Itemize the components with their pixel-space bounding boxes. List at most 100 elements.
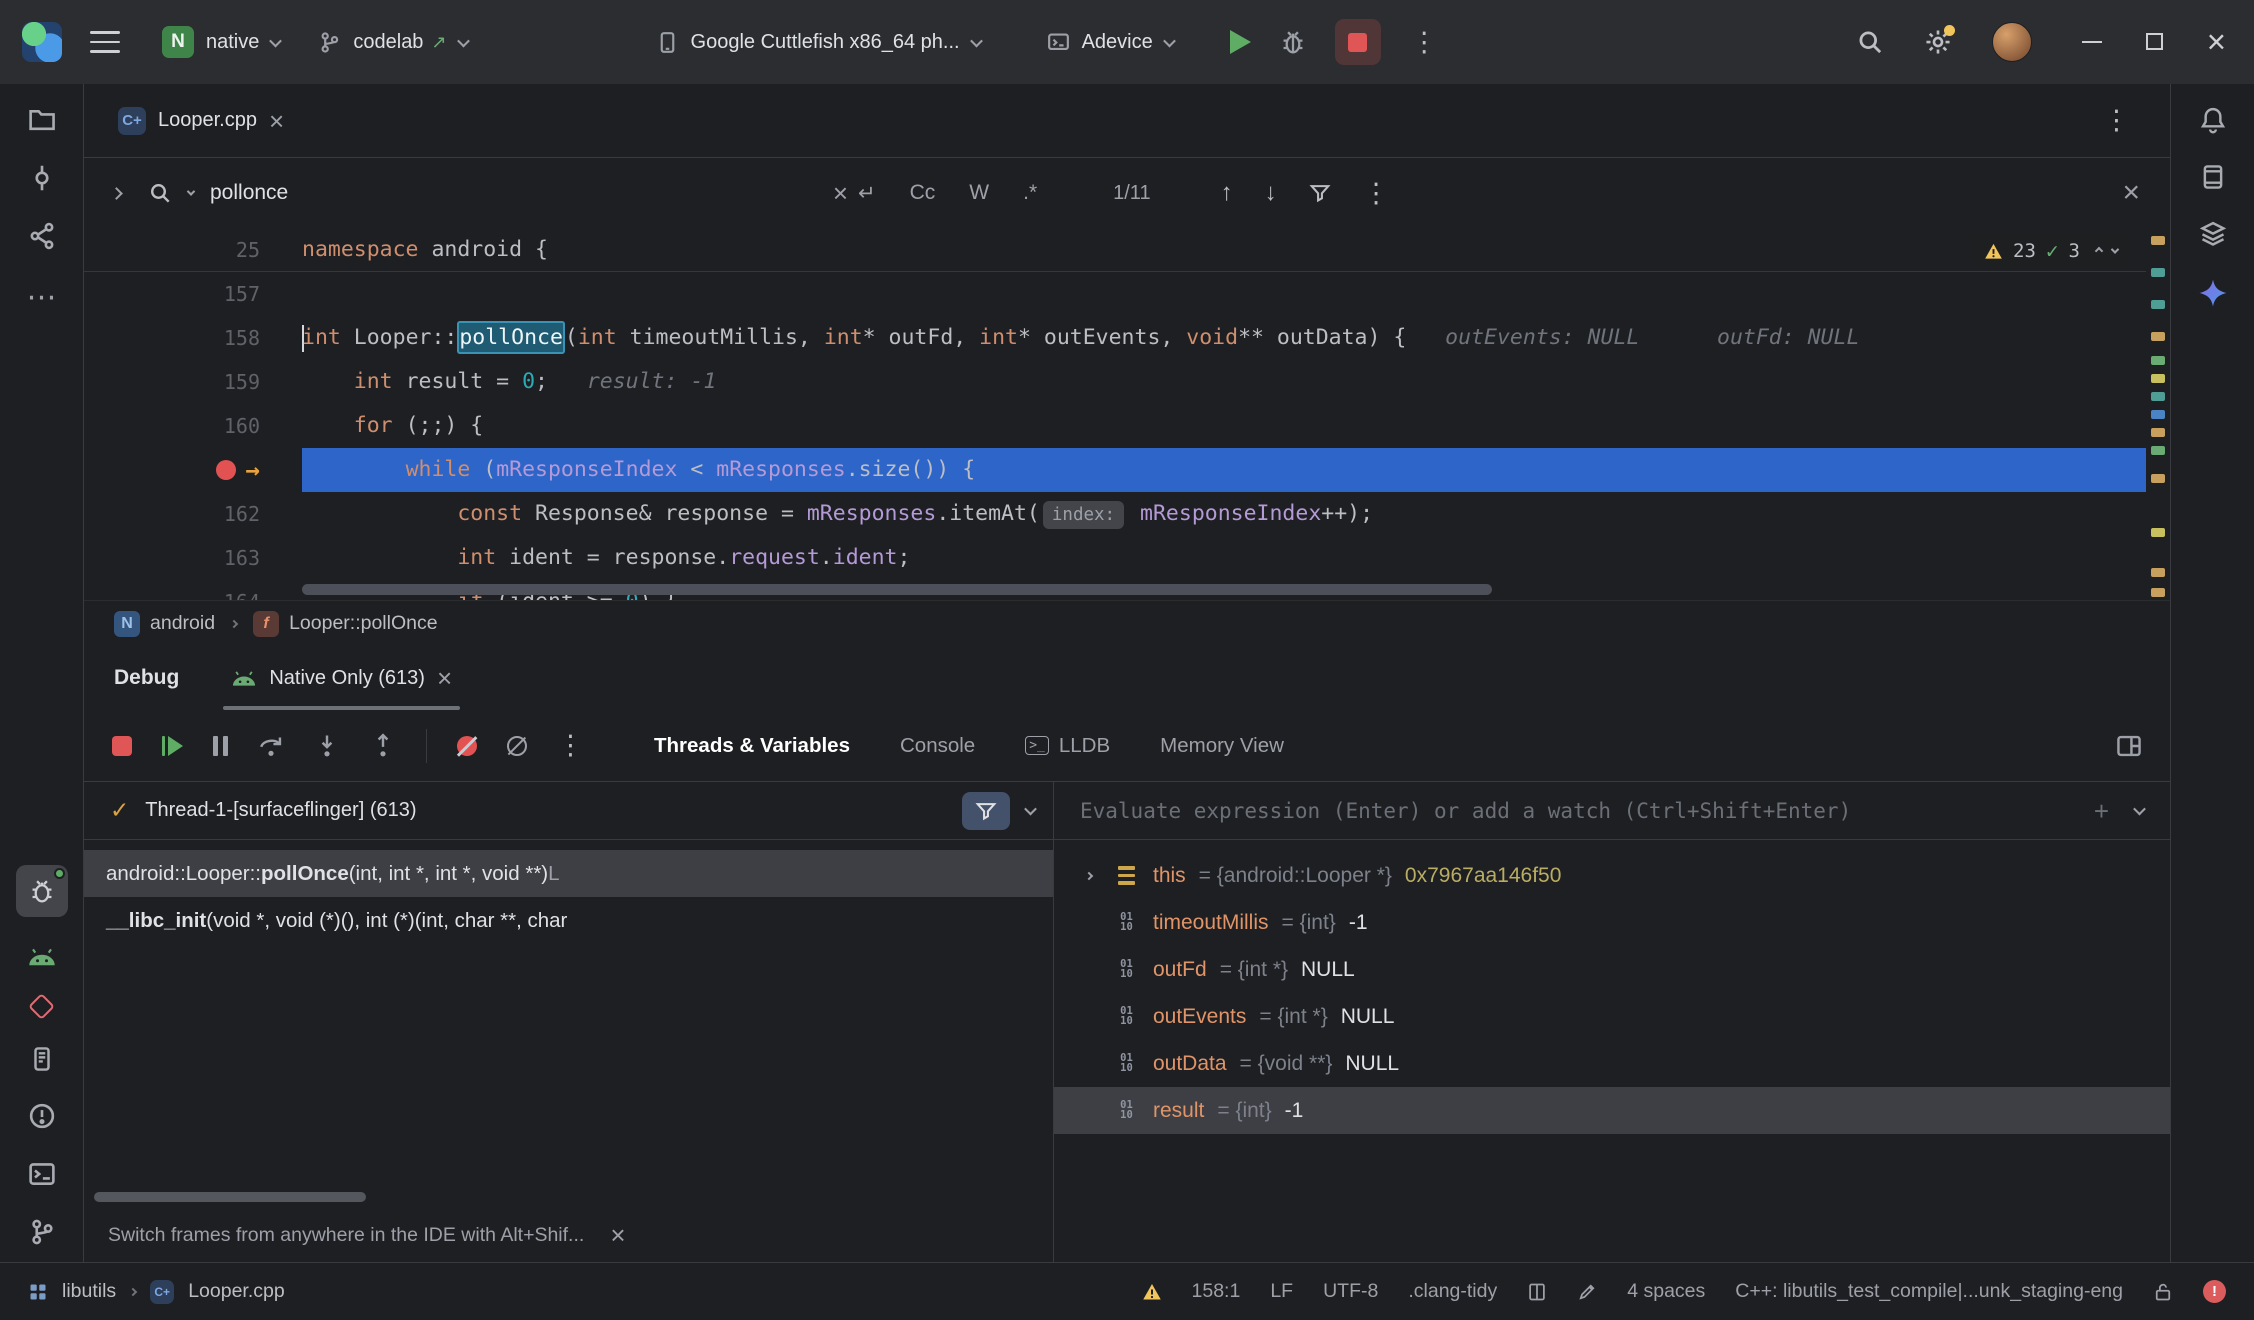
variable-row[interactable]: 0110outEvents = {int *} NULL [1054,993,2170,1040]
close-session-icon[interactable]: × [437,665,452,691]
app-quality-insights-tool-icon[interactable] [32,997,51,1016]
running-devices-tool-icon[interactable] [27,947,57,967]
line-gutter[interactable]: 157 [84,272,302,316]
code-line[interactable]: 163 int ident = response.request.ident; [84,536,2170,580]
watch-dropdown-icon[interactable] [2133,803,2146,816]
inspections-pen-icon[interactable] [1577,1282,1597,1302]
line-gutter[interactable]: 160 [84,404,302,448]
search-field[interactable]: pollonce × [148,180,848,206]
user-avatar[interactable] [1992,22,2032,62]
build-configuration[interactable]: C++: libutils_test_compile|...unk_stagin… [1735,1280,2123,1303]
debugger-tab-threads-variables[interactable]: Threads & Variables [654,734,850,758]
code-line[interactable]: → while (mResponseIndex < mResponses.siz… [84,448,2170,492]
main-menu-icon[interactable] [90,31,120,53]
thread-selector[interactable]: ✓ Thread-1-[surfaceflinger] (613) [84,782,1053,840]
stack-frame[interactable]: __libc_init(void *, void (*)(), int (*)(… [84,897,1053,944]
status-file[interactable]: Looper.cpp [188,1280,285,1303]
stop-process-icon[interactable] [112,736,132,756]
indent-setting[interactable]: 4 spaces [1627,1280,1705,1303]
step-into-icon[interactable] [314,733,340,759]
resume-program-icon[interactable] [162,736,183,756]
step-out-icon[interactable] [370,733,396,759]
debug-session-tab[interactable]: Native Only (613) × [223,646,460,710]
device-manager-icon[interactable] [2200,164,2226,190]
window-close-button[interactable]: × [2207,29,2226,55]
code-line[interactable]: 159 int result = 0; result: -1 [84,360,2170,404]
more-tool-windows-icon[interactable]: ⋯ [27,280,57,315]
breadcrumb-item[interactable]: fLooper::pollOnce [253,611,438,637]
debugger-tab-console[interactable]: Console [900,734,975,758]
device-selector[interactable]: Google Cuttlefish x86_64 ph... [644,21,993,64]
mute-breakpoints-icon[interactable] [457,736,477,756]
stop-button[interactable] [1335,19,1381,65]
dismiss-hint-icon[interactable]: × [610,1222,625,1248]
terminal-tool-icon[interactable] [28,1160,56,1188]
newline-search-icon[interactable]: ↵ [858,181,876,206]
variable-row[interactable]: 0110outData = {void **} NULL [1054,1040,2170,1087]
clang-tidy-status[interactable]: .clang-tidy [1408,1280,1497,1303]
match-case-toggle[interactable]: Cc [910,181,936,205]
layout-settings-icon[interactable] [2116,733,2142,759]
code-line[interactable]: 160 for (;;) { [84,404,2170,448]
version-control-tool-icon[interactable] [28,1218,56,1246]
problems-tool-icon[interactable] [28,1102,56,1130]
breakpoint-icon[interactable] [216,460,236,480]
code-text[interactable]: while (mResponseIndex < mResponses.size(… [302,448,2170,492]
close-tab-icon[interactable]: × [269,108,284,134]
gemini-ai-icon[interactable] [2198,278,2228,308]
search-more-options-icon[interactable]: ⋮ [1363,180,1390,207]
code-text[interactable]: int ident = response.request.ident; [302,536,2170,580]
run-button[interactable] [1230,30,1251,54]
adevice-selector[interactable]: Adevice [1035,21,1186,64]
file-encoding[interactable]: UTF-8 [1323,1280,1378,1303]
line-gutter[interactable]: 163 [84,536,302,580]
window-maximize-button[interactable] [2146,33,2163,50]
search-history-icon[interactable] [187,187,195,195]
step-over-icon[interactable] [258,733,284,759]
hide-frames-filter-icon[interactable] [962,792,1010,830]
settings-gear-icon[interactable] [1924,28,1952,56]
close-find-bar-icon[interactable]: × [2122,178,2140,208]
code-line[interactable]: 158int Looper::pollOnce(int timeoutMilli… [84,316,2170,360]
variable-row[interactable]: 0110timeoutMillis = {int} -1 [1054,899,2170,946]
notifications-icon[interactable] [2199,106,2227,134]
code-text[interactable]: namespace android { [302,228,2170,271]
next-problem-icon[interactable] [2111,245,2119,253]
caret-position[interactable]: 158:1 [1192,1280,1241,1303]
breadcrumb-item[interactable]: Nandroid [114,611,215,637]
code-text[interactable]: const Response& response = mResponses.it… [302,492,2170,536]
code-text[interactable] [302,272,2170,316]
line-gutter[interactable]: 162 [84,492,302,536]
whole-words-toggle[interactable]: W [969,181,989,205]
debug-tool-icon[interactable] [16,865,68,917]
layers-icon[interactable] [2199,220,2227,248]
run-more-options-icon[interactable]: ⋮ [1411,29,1438,56]
frames-scrollbar[interactable] [94,1192,366,1202]
line-separator[interactable]: LF [1270,1280,1293,1303]
thread-dropdown-icon[interactable] [1024,803,1037,816]
clear-search-icon[interactable]: × [833,180,848,206]
line-gutter[interactable]: → [84,448,302,492]
window-minimize-button[interactable] [2082,41,2102,43]
variable-row[interactable]: 0110result = {int} -1 [1054,1087,2170,1134]
debugger-tab-lldb[interactable]: >_LLDB [1025,734,1110,758]
status-module[interactable]: libutils [62,1280,116,1303]
code-editor[interactable]: 25namespace android {157158int Looper::p… [84,228,2170,600]
pause-program-icon[interactable] [213,736,228,756]
variable-row[interactable]: this = {android::Looper *} 0x7967aa146f5… [1054,852,2170,899]
pull-requests-tool-icon[interactable] [28,222,56,250]
line-gutter[interactable]: 164 [84,580,302,600]
code-text[interactable]: for (;;) { [302,404,2170,448]
debug-panel-title[interactable]: Debug [114,666,179,690]
line-gutter[interactable]: 158 [84,316,302,360]
next-match-icon[interactable]: ↓ [1265,179,1277,207]
debug-button[interactable] [1279,28,1307,56]
debugger-tab-memory-view[interactable]: Memory View [1160,734,1284,758]
commit-tool-icon[interactable] [28,164,56,192]
project-tool-icon[interactable] [28,106,56,134]
project-selector[interactable]: N native [150,16,292,68]
editor-tab-looper-cpp[interactable]: C+ Looper.cpp × [102,84,300,157]
evaluate-expression-field[interactable]: Evaluate expression (Enter) or add a wat… [1054,782,2170,840]
expand-toggle[interactable] [1078,873,1100,879]
branch-selector[interactable]: codelab ↗ [306,21,479,64]
